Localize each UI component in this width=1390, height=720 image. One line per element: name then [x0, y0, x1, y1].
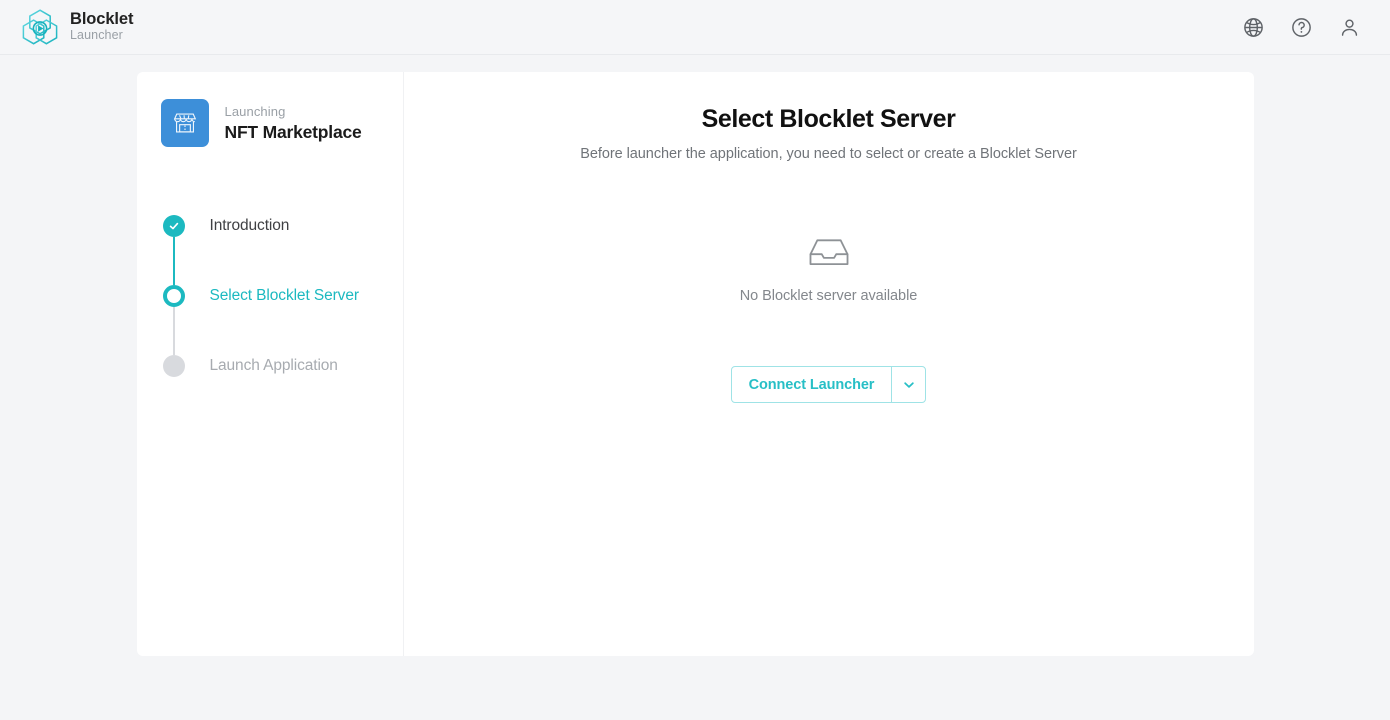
step-connector-pending	[173, 307, 175, 355]
brand-logo-group[interactable]: Blocklet Launcher	[20, 7, 133, 47]
sidebar-step-label: Introduction	[210, 215, 290, 237]
primary-action-row: Connect Launcher	[404, 366, 1254, 403]
sidebar-step-launch-application[interactable]: Launch Application	[161, 355, 403, 381]
launching-app-header: Launching NFT Marketplace	[161, 99, 403, 147]
sidebar-step-label: Launch Application	[210, 355, 338, 377]
language-icon[interactable]	[1240, 14, 1266, 40]
step-marker-active	[161, 285, 187, 307]
storefront-icon	[161, 99, 209, 147]
sidebar-step-introduction[interactable]: Introduction	[161, 215, 403, 285]
brand-name: Blocklet	[70, 11, 133, 29]
step-marker-pending	[161, 355, 187, 377]
header-actions	[1240, 14, 1362, 40]
blocklet-hex-play-logo-icon	[20, 7, 60, 47]
help-icon[interactable]	[1288, 14, 1314, 40]
app-name: NFT Marketplace	[225, 122, 362, 143]
page-body: Launching NFT Marketplace Introduction	[0, 55, 1390, 656]
empty-state: No Blocklet server available	[404, 231, 1254, 304]
inbox-tray-icon	[808, 231, 850, 273]
sidebar-step-label: Select Blocklet Server	[210, 285, 359, 307]
active-ring-icon	[163, 285, 185, 307]
sidebar-step-select-blocklet-server[interactable]: Select Blocklet Server	[161, 285, 403, 355]
wizard-sidebar: Launching NFT Marketplace Introduction	[137, 72, 404, 656]
top-header-bar: Blocklet Launcher	[0, 0, 1390, 55]
wizard-stepper: Introduction Select Blocklet Server Laun…	[161, 215, 403, 381]
connect-launcher-button[interactable]: Connect Launcher	[732, 367, 892, 402]
account-icon[interactable]	[1336, 14, 1362, 40]
wizard-content-panel: Select Blocklet Server Before launcher t…	[404, 72, 1254, 656]
page-subtitle: Before launcher the application, you nee…	[404, 146, 1254, 162]
wizard-card: Launching NFT Marketplace Introduction	[137, 72, 1254, 656]
step-marker-done	[161, 215, 187, 237]
brand-subtitle: Launcher	[70, 29, 133, 43]
page-title: Select Blocklet Server	[404, 105, 1254, 134]
check-icon	[163, 215, 185, 237]
step-connector-completed	[173, 237, 175, 285]
connect-launcher-split-button: Connect Launcher	[731, 366, 927, 403]
empty-state-text: No Blocklet server available	[740, 288, 918, 304]
chevron-down-icon[interactable]	[891, 367, 925, 402]
pending-dot-icon	[163, 355, 185, 377]
launching-label: Launching	[225, 104, 362, 119]
